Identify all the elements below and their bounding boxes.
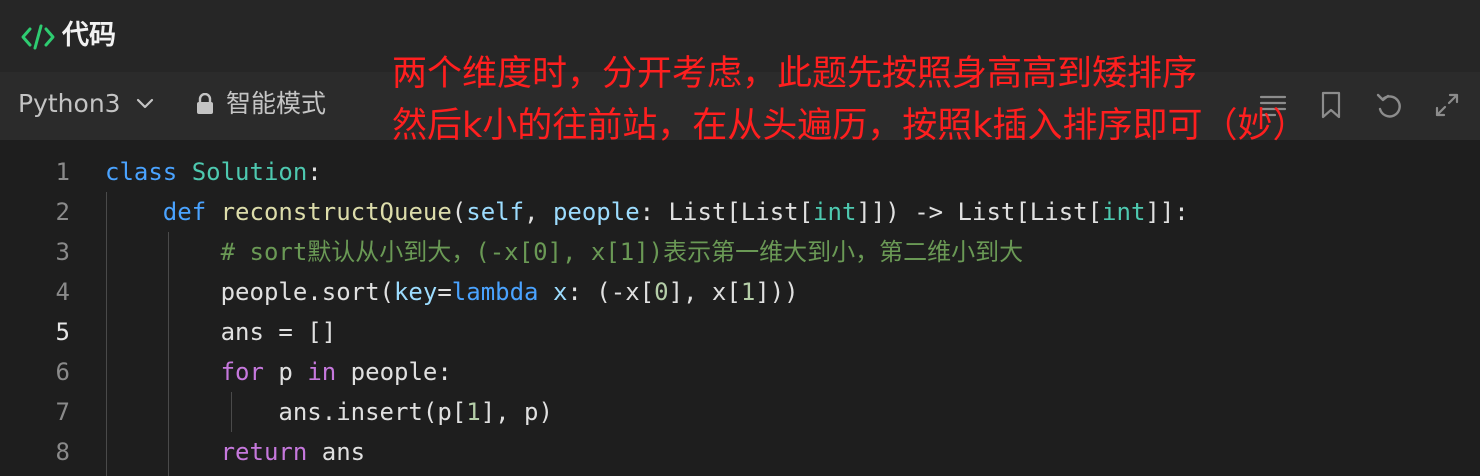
lock-icon [197,93,213,114]
builtin-type: int [813,198,857,226]
code-token: p [263,358,308,386]
line-number: 8 [55,438,70,466]
smart-mode[interactable]: 智能模式 [196,86,326,122]
annotation-line-2: 然后k小的往前站，在从头遍历，按照k插入排序即可（妙） [392,106,1308,146]
code-text: ans = [] [105,312,337,352]
number: 1 [466,398,481,426]
undo-icon [1376,93,1401,118]
fullscreen-button[interactable] [1430,88,1464,122]
line-number: 2 [55,198,70,226]
code-token: : (-x[ [567,278,655,306]
code-text: people.sort(key=lambda x: (-x[0], x[1])) [105,272,799,312]
keyword: lambda [451,278,539,306]
punct: : [307,158,322,186]
punct: ]]: [1145,198,1189,226]
number: 1 [740,278,756,306]
keyword: return [220,438,308,466]
code-line: 1 class Solution: [0,152,1480,192]
code-text: ans.insert(p[1], p) [105,392,553,432]
keyword: in [307,358,337,386]
param: people [552,198,640,226]
code-text: # sort默认从小到大，(-x[0], x[1])表示第一维大到小，第二维小到… [105,232,1024,272]
code-token: ], x[ [668,278,741,306]
type-text: : List[List[ [639,198,814,226]
code-line: 2 def reconstructQueue(self, people: Lis… [0,192,1480,232]
annotation-line-1: 两个维度时，分开考虑，此题先按照身高高到矮排序 [392,54,1198,94]
code-text: for p in people: [105,352,452,392]
code-line: 8 return ans [0,432,1480,472]
code-token: = [437,278,452,306]
code-token: ], p) [480,398,553,426]
punct: ( [451,198,467,226]
language-label: Python3 [18,89,121,118]
code-line: 5 ans = [] [0,312,1480,352]
builtin-type: int [1102,198,1146,226]
code-text: class Solution: [105,152,322,192]
code-text: def reconstructQueue(self, people: List[… [105,192,1189,232]
param: x [552,278,568,306]
line-number: 1 [55,158,70,186]
bookmark-icon [1321,91,1341,119]
punct: , [524,198,553,226]
code-icon [21,24,55,50]
code-token: ans = [] [220,318,337,346]
param: self [466,198,525,226]
keyword: def [162,198,207,226]
code-line: 4 people.sort(key=lambda x: (-x[0], x[1]… [0,272,1480,312]
code-line: 7 ans.insert(p[1], p) [0,392,1480,432]
function-name: reconstructQueue [220,198,452,226]
code-token: people.sort( [220,278,394,306]
reset-button[interactable] [1372,88,1406,122]
number: 0 [654,278,669,306]
keyword: class [105,158,178,186]
mode-label: 智能模式 [226,89,327,118]
code-editor[interactable]: 1 class Solution: 2 def reconstructQueue… [0,152,1480,476]
code-line: 6 for p in people: [0,352,1480,392]
line-number: 3 [55,238,70,266]
line-number: 7 [55,398,70,426]
code-token: people: [336,358,452,386]
param: key [393,278,438,306]
language-selector[interactable]: Python3 [18,86,155,122]
chevron-down-icon [136,98,153,109]
panel-title: 代码 [62,20,116,51]
line-number: 4 [55,278,70,306]
type-text: ]]) -> List[List[ [856,198,1103,226]
line-number: 5 [55,318,70,346]
code-token: ])) [755,278,799,306]
expand-icon [1435,93,1459,117]
code-line: 3 # sort默认从小到大，(-x[0], x[1])表示第一维大到小，第二维… [0,232,1480,272]
class-name: Solution [191,158,308,186]
line-number: 6 [55,358,70,386]
bookmark-button[interactable] [1314,88,1348,122]
comment: # sort默认从小到大，(-x[0], x[1])表示第一维大到小，第二维小到… [220,238,1024,266]
code-token: ans [307,438,366,466]
handwritten-annotation: 两个维度时，分开考虑，此题先按照身高高到矮排序 然后k小的往前站，在从头遍历，按… [392,48,1308,152]
code-token: ans.insert(p[ [278,398,467,426]
keyword: for [220,358,264,386]
code-text: return ans [105,432,366,472]
